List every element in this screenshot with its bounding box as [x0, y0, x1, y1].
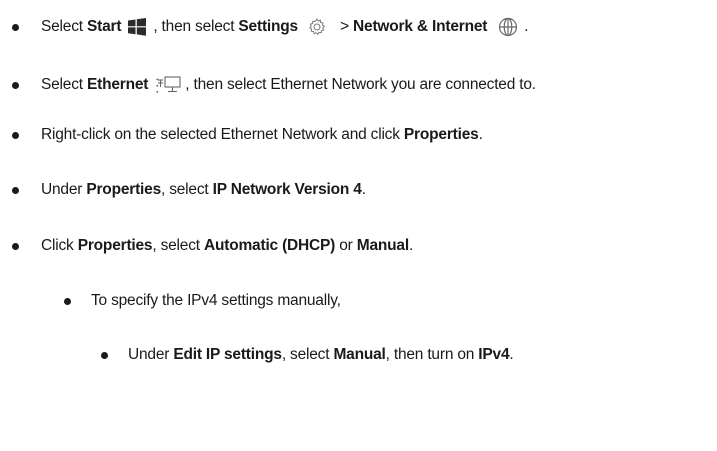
properties-label: Properties — [403, 126, 479, 143]
step-2-text-1: Select — [41, 76, 87, 93]
substep-7: Under Edit IP settings , select Manual ,… — [101, 345, 514, 365]
step-4-text-1: Under — [41, 181, 87, 198]
substep-7-text-3: , then turn on — [385, 346, 479, 363]
settings-label: Settings — [238, 18, 298, 35]
step-2: Select Ethernet , then select Ethernet N… — [12, 75, 536, 95]
instruction-list: Select Start , then select Settings > Ne… — [0, 0, 717, 451]
bullet — [12, 81, 19, 89]
manual-label: Manual — [356, 237, 409, 254]
step-3-text-2: . — [478, 126, 483, 143]
step-1-text-2: , then select — [153, 18, 239, 35]
substep-6-text: To specify the IPv4 settings manually, — [91, 292, 341, 309]
step-1: Select Start , then select Settings > Ne… — [12, 17, 529, 37]
substep-7-text-4: . — [509, 346, 514, 363]
manual-label: Manual — [333, 346, 386, 363]
substep-7-text-2: , select — [281, 346, 334, 363]
bullet — [12, 131, 19, 139]
step-5-text-1: Click — [41, 237, 78, 254]
globe-icon — [497, 17, 519, 37]
step-5-text-4: . — [408, 237, 414, 254]
start-label: Start — [87, 18, 122, 35]
step-4-text-3: . — [361, 181, 366, 198]
substep-6: To specify the IPv4 settings manually, — [64, 291, 341, 311]
ip-network-version-4-label: IP Network Version 4 — [212, 181, 362, 198]
bullet — [64, 297, 71, 305]
ethernet-label: Ethernet — [87, 76, 149, 93]
bullet — [101, 351, 108, 359]
properties-label: Properties — [86, 181, 161, 198]
windows-logo-icon — [127, 18, 147, 36]
step-4-text-2: , select — [161, 181, 213, 198]
gear-icon — [308, 18, 326, 36]
step-3-text-1: Right-click on the selected Ethernet Net… — [41, 126, 404, 143]
bullet — [12, 23, 19, 31]
step-1-text-1: Select — [41, 18, 87, 35]
step-5-text-2: , select — [152, 237, 204, 254]
automatic-dhcp-label: Automatic (DHCP) — [203, 237, 336, 254]
bullet — [12, 242, 19, 250]
ipv4-label: IPv4 — [478, 346, 510, 363]
step-4: Under Properties , select IP Network Ver… — [12, 180, 366, 200]
step-1-text-4: . — [524, 18, 529, 35]
step-5-text-3: or — [335, 237, 357, 254]
step-2-text-2: , then select Ethernet Network you are c… — [185, 76, 536, 93]
step-3: Right-click on the selected Ethernet Net… — [12, 125, 483, 145]
network-internet-label: Network & Internet — [353, 18, 488, 35]
substep-7-text-1: Under — [128, 346, 174, 363]
ethernet-network-icon — [156, 75, 182, 95]
step-1-text-3: > — [335, 18, 354, 35]
edit-ip-settings-label: Edit IP settings — [173, 346, 282, 363]
properties-label: Properties — [77, 237, 153, 254]
bullet — [12, 186, 19, 194]
step-5: Click Properties , select Automatic (DHC… — [12, 236, 413, 256]
